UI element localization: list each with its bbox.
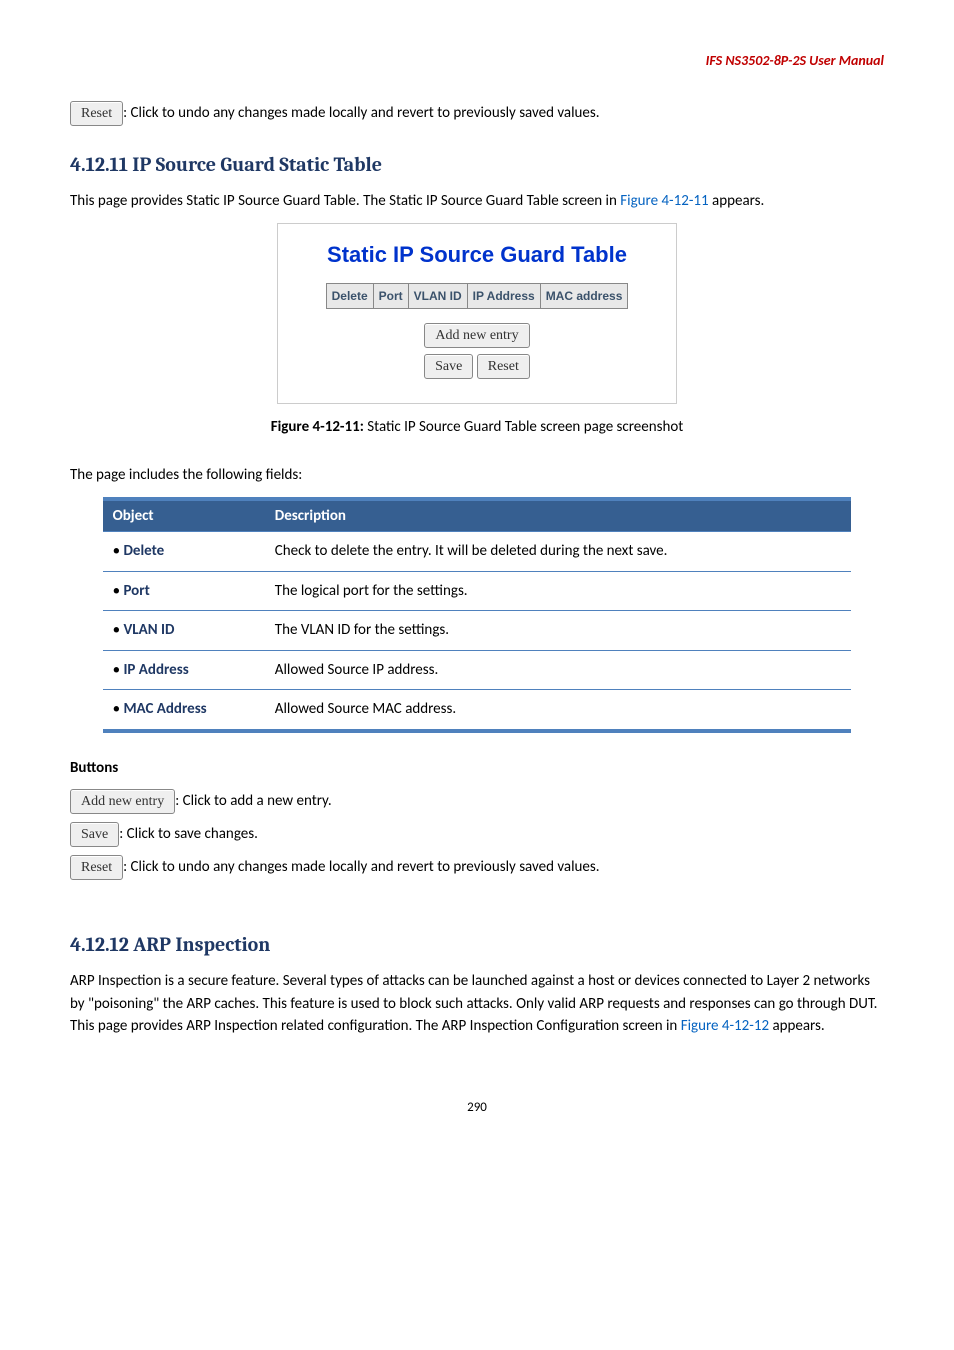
obj-desc-macaddr: Allowed Source MAC address. (265, 690, 852, 731)
object-th-description: Description (265, 499, 852, 532)
figure-save-button[interactable]: Save (424, 354, 473, 379)
section-title-ipsg: 4.12.11 IP Source Guard Static Table (70, 150, 884, 180)
intro-reset-text: : Click to undo any changes made locally… (123, 104, 599, 122)
add-new-entry-text: : Click to add a new entry. (175, 792, 331, 810)
figure-link-4-12-12[interactable]: Figure 4-12-12 (681, 1017, 769, 1035)
table-row: • MAC Address Allowed Source MAC address… (103, 690, 852, 731)
button-line-reset: Reset: Click to undo any changes made lo… (70, 855, 884, 880)
obj-desc-port: The logical port for the settings. (265, 571, 852, 611)
section1-intro-b: appears. (709, 192, 765, 210)
save-text: : Click to save changes. (119, 825, 258, 843)
obj-label-ipaddr: IP Address (123, 661, 188, 679)
table-row: • Port The logical port for the settings… (103, 571, 852, 611)
obj-label-vlanid: VLAN ID (123, 621, 174, 639)
obj-desc-ipaddr: Allowed Source IP address. (265, 650, 852, 690)
buttons-heading: Buttons (70, 757, 884, 780)
figure-th-delete: Delete (326, 283, 373, 308)
button-line-add: Add new entry: Click to add a new entry. (70, 789, 884, 814)
obj-label-macaddr: MAC Address (123, 700, 206, 718)
add-new-entry-button[interactable]: Add new entry (70, 789, 175, 814)
figure-th-vlanid: VLAN ID (408, 283, 467, 308)
fields-intro: The page includes the following fields: (70, 464, 884, 487)
figure-reset-button[interactable]: Reset (477, 354, 530, 379)
obj-label-delete: Delete (123, 542, 164, 560)
object-th-object: Object (103, 499, 265, 532)
obj-desc-vlanid: The VLAN ID for the settings. (265, 611, 852, 651)
figure-caption: Figure 4-12-11: Static IP Source Guard T… (70, 416, 884, 439)
section-title-arp: 4.12.12 ARP Inspection (70, 930, 884, 960)
table-row: • IP Address Allowed Source IP address. (103, 650, 852, 690)
section2-para: ARP Inspection is a secure feature. Seve… (70, 970, 884, 1038)
figure-th-port: Port (373, 283, 408, 308)
section2-para-b: appears. (769, 1017, 825, 1035)
figure-link-4-12-11[interactable]: Figure 4-12-11 (620, 192, 708, 210)
table-row: • VLAN ID The VLAN ID for the settings. (103, 611, 852, 651)
save-button[interactable]: Save (70, 822, 119, 847)
table-row: • Delete Check to delete the entry. It w… (103, 532, 852, 572)
reset-text: : Click to undo any changes made locally… (123, 858, 599, 876)
figure-add-new-entry-button[interactable]: Add new entry (424, 323, 529, 348)
button-line-save: Save: Click to save changes. (70, 822, 884, 847)
section1-intro-a: This page provides Static IP Source Guar… (70, 192, 620, 210)
figure-caption-text: Static IP Source Guard Table screen page… (364, 418, 683, 436)
page-header: IFS NS3502-8P-2S User Manual (70, 50, 884, 71)
reset-button[interactable]: Reset (70, 855, 123, 880)
obj-desc-delete: Check to delete the entry. It will be de… (265, 532, 852, 572)
figure-caption-bold: Figure 4-12-11: (271, 418, 364, 436)
figure-title: Static IP Source Guard Table (286, 238, 668, 271)
figure-th-ipaddr: IP Address (467, 283, 540, 308)
section1-intro: This page provides Static IP Source Guar… (70, 190, 884, 213)
reset-button-top[interactable]: Reset (70, 101, 123, 126)
intro-reset-line: Reset: Click to undo any changes made lo… (70, 101, 884, 126)
object-table: Object Description • Delete Check to del… (103, 497, 852, 733)
figure-th-macaddr: MAC address (540, 283, 628, 308)
figure-table-header: Delete Port VLAN ID IP Address MAC addre… (326, 283, 629, 309)
obj-label-port: Port (123, 582, 149, 600)
page-number: 290 (70, 1098, 884, 1118)
figure-box-ipsg: Static IP Source Guard Table Delete Port… (277, 223, 677, 404)
